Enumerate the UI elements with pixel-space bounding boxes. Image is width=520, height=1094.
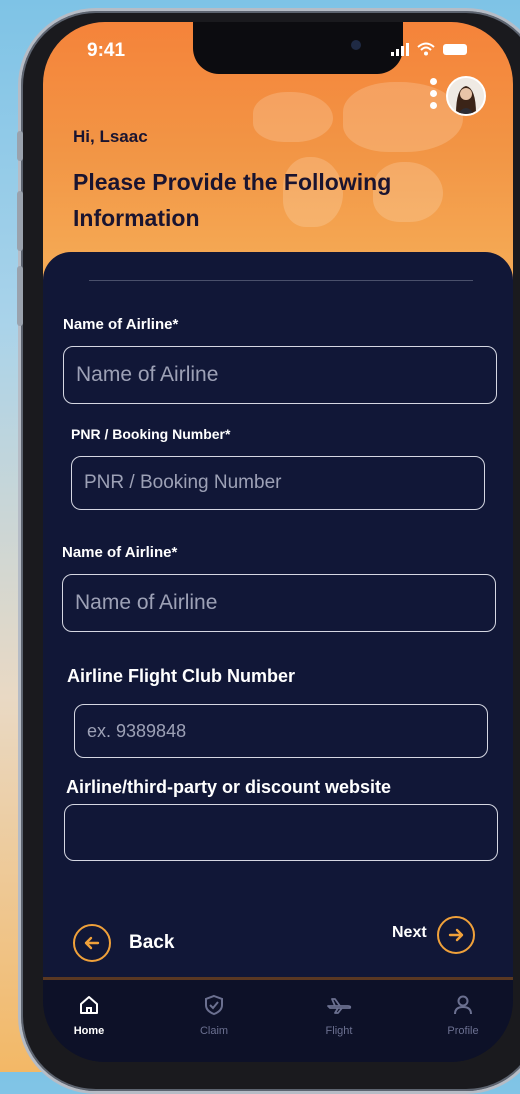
airline-name-input[interactable]: Name of Airline bbox=[63, 346, 497, 404]
back-circle-button[interactable] bbox=[73, 924, 111, 962]
tab-label: Flight bbox=[325, 1025, 353, 1037]
plane-icon bbox=[327, 998, 352, 1014]
page-title: Please Provide the Following Information bbox=[73, 169, 392, 231]
home-icon bbox=[80, 996, 98, 1014]
greeting-text: Hi, Lsaac bbox=[73, 127, 148, 146]
airline-name-input-2[interactable]: Name of Airline bbox=[62, 574, 496, 632]
more-menu-icon[interactable] bbox=[430, 78, 438, 109]
battery-icon bbox=[443, 43, 467, 55]
next-circle-button[interactable] bbox=[437, 916, 475, 954]
volume-down-button bbox=[17, 266, 23, 326]
tab-home[interactable]: Home bbox=[49, 994, 129, 1037]
tab-flight[interactable]: Flight bbox=[299, 994, 379, 1037]
signal-icon bbox=[391, 42, 409, 56]
divider bbox=[89, 280, 473, 281]
back-button[interactable]: Back bbox=[129, 932, 174, 954]
user-photo bbox=[448, 78, 484, 114]
user-icon bbox=[454, 995, 472, 1015]
form-panel: Name of Airline* Name of Airline PNR / B… bbox=[43, 252, 513, 992]
arrow-right-icon bbox=[448, 928, 464, 942]
mute-switch bbox=[17, 131, 23, 161]
tab-claim[interactable]: Claim bbox=[174, 994, 254, 1037]
wifi-icon bbox=[417, 42, 435, 56]
bottom-tab-bar: Home Claim Flight Profile bbox=[43, 977, 513, 1062]
arrow-left-icon bbox=[84, 936, 100, 950]
flight-club-input[interactable]: ex. 9389848 bbox=[74, 704, 488, 758]
tab-label: Profile bbox=[447, 1025, 479, 1037]
status-icons bbox=[391, 42, 467, 56]
tab-label: Home bbox=[73, 1025, 105, 1037]
airline-name-label-2: Name of Airline* bbox=[62, 544, 178, 561]
website-label: Airline/third-party or discount website bbox=[66, 777, 392, 797]
phone-screen: 9:41 Hi, Lsaac Please Provide the Follow… bbox=[43, 22, 513, 1062]
website-input[interactable] bbox=[64, 804, 498, 861]
next-button[interactable]: Next bbox=[392, 924, 427, 942]
avatar[interactable] bbox=[446, 76, 486, 116]
tab-profile[interactable]: Profile bbox=[423, 994, 503, 1037]
shield-icon bbox=[205, 994, 223, 1016]
status-time: 9:41 bbox=[87, 40, 126, 61]
tab-label: Claim bbox=[199, 1025, 229, 1037]
volume-up-button bbox=[17, 191, 23, 251]
airline-name-label: Name of Airline* bbox=[63, 316, 179, 333]
pnr-input[interactable]: PNR / Booking Number bbox=[71, 456, 485, 510]
flight-club-label: Airline Flight Club Number bbox=[67, 666, 295, 686]
camera-icon bbox=[351, 40, 361, 50]
notch bbox=[193, 22, 403, 74]
world-map-shape bbox=[253, 92, 333, 142]
world-map-shape bbox=[343, 82, 463, 152]
pnr-label: PNR / Booking Number* bbox=[71, 426, 231, 442]
